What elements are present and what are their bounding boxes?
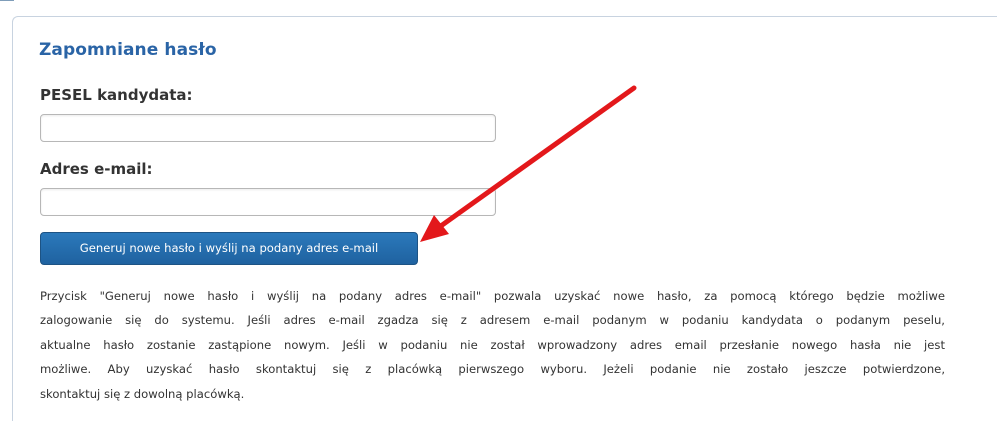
email-label: Adres e-mail: — [40, 160, 153, 178]
description-line: skontaktuj się z dowolną placówką. — [40, 386, 245, 401]
pesel-label: PESEL kandydata: — [40, 86, 193, 104]
top-border — [0, 0, 14, 7]
pesel-input[interactable] — [40, 114, 496, 142]
generate-password-button[interactable]: Generuj nowe hasło i wyślij na podany ad… — [40, 232, 418, 265]
description-line: aktualne hasło zostanie zastąpione nowym… — [40, 337, 945, 352]
page: Zapomniane hasło PESEL kandydata: Adres … — [0, 0, 997, 421]
description-text: Przycisk "Generuj nowe hasło i wyślij na… — [40, 284, 945, 406]
email-input[interactable] — [40, 188, 496, 216]
description-line: możliwe. Aby uzyskać hasło skontaktuj si… — [40, 362, 945, 377]
description-line: Przycisk "Generuj nowe hasło i wyślij na… — [40, 289, 945, 303]
description-line: zalogowanie się do systemu. Jeśli adres … — [40, 313, 945, 328]
page-title: Zapomniane hasło — [39, 40, 217, 60]
